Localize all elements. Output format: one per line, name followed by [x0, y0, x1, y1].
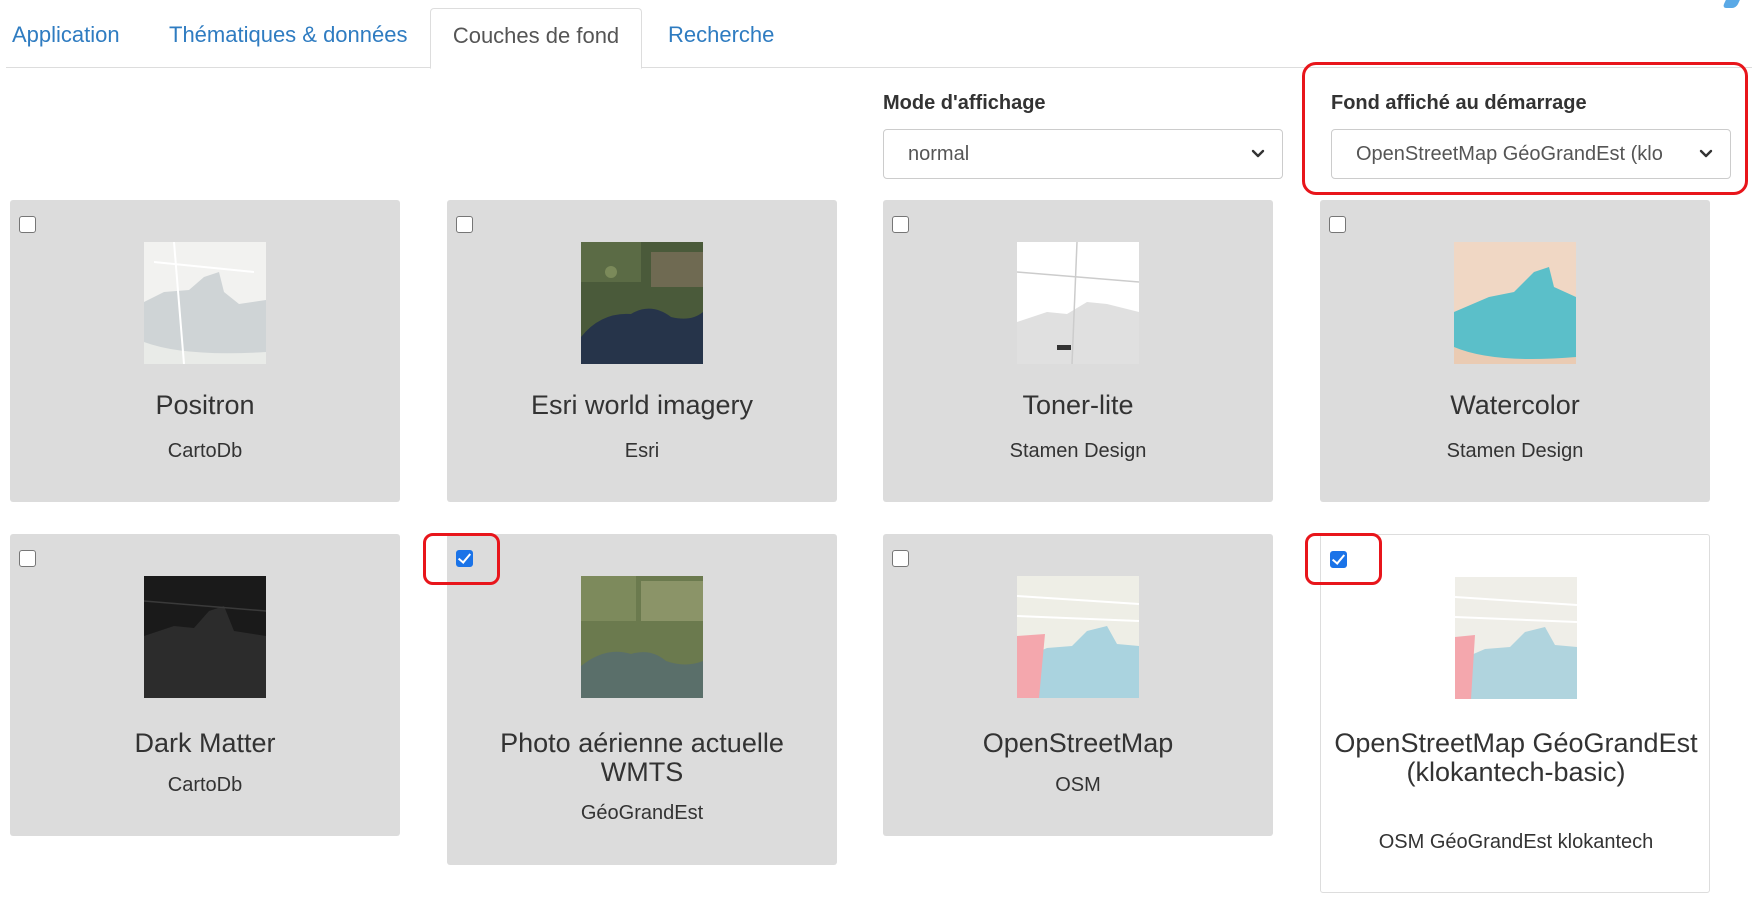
watercolor-map-thumbnail	[1454, 242, 1576, 364]
card-subtitle: OSM	[1055, 774, 1101, 796]
card-subtitle: CartoDb	[167, 440, 243, 462]
osm-map-thumbnail	[1017, 576, 1139, 698]
startup-background-value: OpenStreetMap GéoGrandEst (klo	[1356, 143, 1663, 165]
card-osm-geograndest[interactable]: OpenStreetMap GéoGrandEst (klokantech-ba…	[1320, 534, 1710, 893]
aerial-photo-thumbnail	[581, 576, 703, 698]
tab-bar: Application Thématiques & données Couche…	[0, 0, 1752, 69]
card-subtitle: Esri	[624, 440, 660, 462]
card-subtitle: CartoDb	[167, 774, 243, 796]
card-checkbox[interactable]	[456, 216, 473, 233]
card-checkbox[interactable]	[19, 550, 36, 567]
tab-couches-de-fond[interactable]: Couches de fond	[430, 8, 642, 69]
card-subtitle: Stamen Design	[1446, 440, 1584, 462]
display-mode-label: Mode d'affichage	[883, 92, 1046, 114]
chevron-down-icon	[1699, 149, 1713, 158]
osm-klokantech-thumbnail	[1455, 577, 1577, 699]
card-checkbox[interactable]	[892, 550, 909, 567]
startup-background-select[interactable]: OpenStreetMap GéoGrandEst (klo	[1331, 129, 1731, 179]
card-checkbox[interactable]	[19, 216, 36, 233]
toner-map-thumbnail	[1017, 242, 1139, 364]
card-subtitle: Stamen Design	[1009, 440, 1147, 462]
card-title: Toner-lite	[1022, 390, 1134, 420]
logo-fragment-icon	[1722, 0, 1740, 8]
card-checkbox[interactable]	[1330, 551, 1347, 568]
card-esri-world-imagery[interactable]: Esri world imagery Esri	[447, 200, 837, 502]
dark-map-thumbnail	[144, 576, 266, 698]
card-title: Watercolor	[1450, 390, 1580, 420]
card-checkbox[interactable]	[456, 550, 473, 567]
startup-background-label: Fond affiché au démarrage	[1331, 92, 1587, 114]
card-openstreetmap[interactable]: OpenStreetMap OSM	[883, 534, 1273, 836]
card-photo-aerienne[interactable]: Photo aérienne actuelle WMTS GéoGrandEst	[447, 534, 837, 865]
card-title: Positron	[155, 390, 255, 420]
card-toner-lite[interactable]: Toner-lite Stamen Design	[883, 200, 1273, 502]
tab-recherche[interactable]: Recherche	[652, 8, 790, 68]
admin-page: Application Thématiques & données Couche…	[0, 0, 1752, 923]
card-title: Dark Matter	[134, 728, 276, 758]
card-checkbox[interactable]	[1329, 216, 1346, 233]
card-subtitle: OSM GéoGrandEst klokantech	[1378, 831, 1654, 853]
card-checkbox[interactable]	[892, 216, 909, 233]
positron-map-thumbnail	[144, 242, 266, 364]
card-title: OpenStreetMap GéoGrandEst (klokantech-ba…	[1334, 728, 1698, 787]
tab-thematiques[interactable]: Thématiques & données	[153, 8, 424, 68]
chevron-down-icon	[1251, 149, 1265, 158]
display-mode-value: normal	[908, 143, 970, 165]
display-mode-select[interactable]: normal	[883, 129, 1283, 179]
card-subtitle: GéoGrandEst	[580, 802, 704, 824]
tab-divider	[6, 67, 1752, 68]
card-watercolor[interactable]: Watercolor Stamen Design	[1320, 200, 1710, 502]
card-dark-matter[interactable]: Dark Matter CartoDb	[10, 534, 400, 836]
card-title: Esri world imagery	[530, 390, 754, 420]
satellite-map-thumbnail	[581, 242, 703, 364]
card-positron[interactable]: Positron CartoDb	[10, 200, 400, 502]
tab-application[interactable]: Application	[0, 8, 136, 68]
card-title: Photo aérienne actuelle WMTS	[500, 728, 784, 787]
card-title: OpenStreetMap	[982, 728, 1174, 758]
